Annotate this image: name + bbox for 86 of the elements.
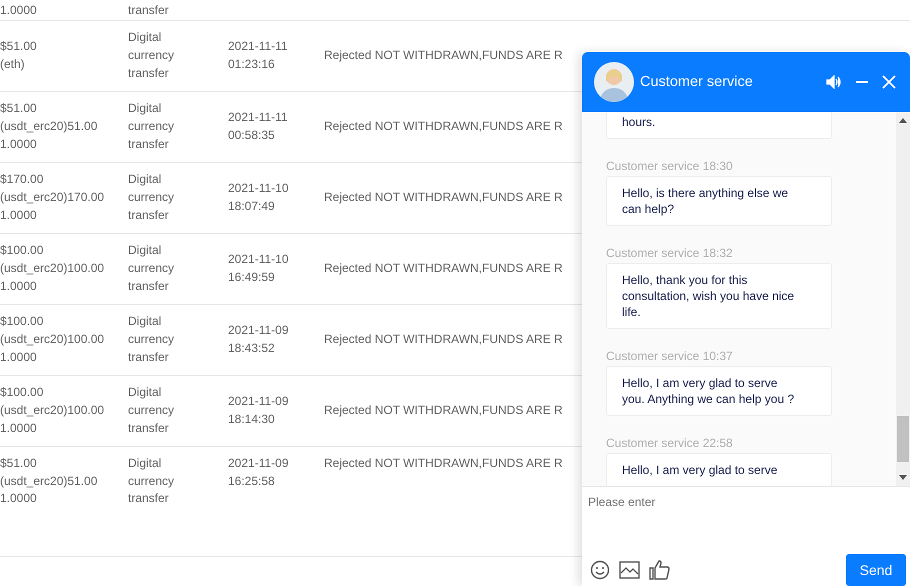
close-icon[interactable] <box>882 75 896 89</box>
type-text: transfer <box>128 348 170 366</box>
type-text: Digital <box>128 455 162 472</box>
status-text: Rejected NOT WITHDRAWN,FUNDS ARE R <box>324 403 563 418</box>
message-sender: Customer service 22:58 <box>606 436 734 450</box>
amount-text: (usdt_erc20)100.00 <box>0 402 106 420</box>
time-text: 00:58:35 <box>228 127 276 144</box>
message-sender: Customer service 18:32 <box>606 246 734 260</box>
type-text: transfer <box>128 206 170 224</box>
time-text: 18:43:52 <box>228 340 276 357</box>
amount-text: $51.00 <box>0 38 38 56</box>
amount-text: $170.00 <box>0 171 44 188</box>
type-text: transfer <box>128 420 170 437</box>
time-text: 16:49:59 <box>228 269 276 286</box>
status-text: Rejected NOT WITHDRAWN,FUNDS ARE R <box>324 261 563 276</box>
type-text: transfer <box>128 136 170 153</box>
type-text: transfer <box>128 64 170 82</box>
send-button[interactable]: Send <box>846 554 906 586</box>
type-text: currency <box>128 472 176 490</box>
amount-text: $51.00 <box>0 455 38 472</box>
type-text: currency <box>128 47 176 64</box>
status-text: Rejected NOT WITHDRAWN,FUNDS ARE R <box>324 119 563 134</box>
time-text: 2021-11-11 <box>228 109 289 126</box>
amount-text: 1.0000 <box>0 206 38 224</box>
amount-text: 1.0000 <box>0 420 38 437</box>
message-sender: Customer service 10:37 <box>606 349 734 363</box>
chat-title: Customer service <box>640 74 754 90</box>
scrollbar-thumb[interactable] <box>897 416 909 462</box>
amount-text: $100.00 <box>0 313 44 330</box>
message-bubble: hours. <box>606 112 832 139</box>
type-text: transfer <box>128 490 170 508</box>
amount-text: (usdt_erc20)100.00 <box>0 331 106 348</box>
amount-text: (usdt_erc20)100.00 <box>0 260 106 278</box>
smiley-icon[interactable] <box>590 560 610 580</box>
type-text: Digital <box>128 29 162 46</box>
type-text: Digital <box>128 384 162 402</box>
time-text: 2021-11-09 <box>228 322 290 340</box>
amount-text: 1.0000 <box>0 278 38 295</box>
message-bubble: Hello, I am very glad to serve <box>606 453 832 486</box>
message-sender: Customer service 18:30 <box>606 159 734 173</box>
type-text: Digital <box>128 313 162 330</box>
type-text: Digital <box>128 242 162 260</box>
time-text: 16:25:58 <box>228 472 276 490</box>
message-bubble: Hello, is there anything else we can help? <box>606 176 832 226</box>
type-text: Digital <box>128 171 162 188</box>
message-bubble: Hello, I am very glad to serve you. Anything we can help you ? <box>606 366 832 416</box>
type-text: Digital <box>128 100 162 118</box>
status-text: Rejected NOT WITHDRAWN,FUNDS ARE R <box>324 456 563 470</box>
amount-text: $100.00 <box>0 242 44 260</box>
status-text: Rejected NOT WITHDRAWN,FUNDS ARE R <box>324 48 563 62</box>
scroll-up-icon[interactable] <box>899 118 907 123</box>
time-text: 01:23:16 <box>228 56 276 73</box>
status-text: Rejected NOT WITHDRAWN,FUNDS ARE R <box>324 190 563 204</box>
type-text: currency <box>128 260 176 278</box>
time-text: 2021-11-09 <box>228 393 290 410</box>
thumbs-up-icon[interactable] <box>649 560 670 580</box>
amount-text: (usdt_erc20)51.00 <box>0 118 98 136</box>
scrollbar[interactable] <box>896 112 910 486</box>
amount-text: (usdt_erc20)51.00 <box>0 472 98 490</box>
type-text: currency <box>128 118 176 136</box>
type-text: currency <box>128 331 176 348</box>
type-text: currency <box>128 189 176 206</box>
amount-text: 1.0000 <box>0 348 38 366</box>
type-text: currency <box>128 402 176 420</box>
scroll-down-icon[interactable] <box>899 475 907 480</box>
amount-text: $100.00 <box>0 384 44 402</box>
message-input[interactable]: Please enter <box>582 487 910 554</box>
type-text: transfer <box>128 278 170 295</box>
amount-text: $51.00 <box>0 100 38 118</box>
amount-text: (usdt_erc20)170.00 <box>0 189 106 206</box>
time-text: 2021-11-09 <box>228 455 290 472</box>
amount-text: 1.0000 <box>0 2 38 20</box>
amount-text: 1.0000 <box>0 490 38 508</box>
avatar <box>594 62 634 102</box>
time-text: 18:07:49 <box>228 198 276 215</box>
time-text: 18:14:30 <box>228 411 276 428</box>
image-icon[interactable] <box>619 561 640 579</box>
time-text: 2021-11-10 <box>228 251 290 268</box>
amount-text: 1.0000 <box>0 136 38 153</box>
time-text: 2021-11-10 <box>228 180 290 198</box>
speaker-icon[interactable] <box>826 75 842 89</box>
message-bubble: Hello, thank you for this consultation, wish you have nice life. <box>606 263 832 329</box>
time-text: 2021-11-11 <box>228 38 289 56</box>
status-text: Rejected NOT WITHDRAWN,FUNDS ARE R <box>324 332 563 346</box>
type-text: transfer <box>128 2 170 20</box>
amount-text: (eth) <box>0 56 26 73</box>
